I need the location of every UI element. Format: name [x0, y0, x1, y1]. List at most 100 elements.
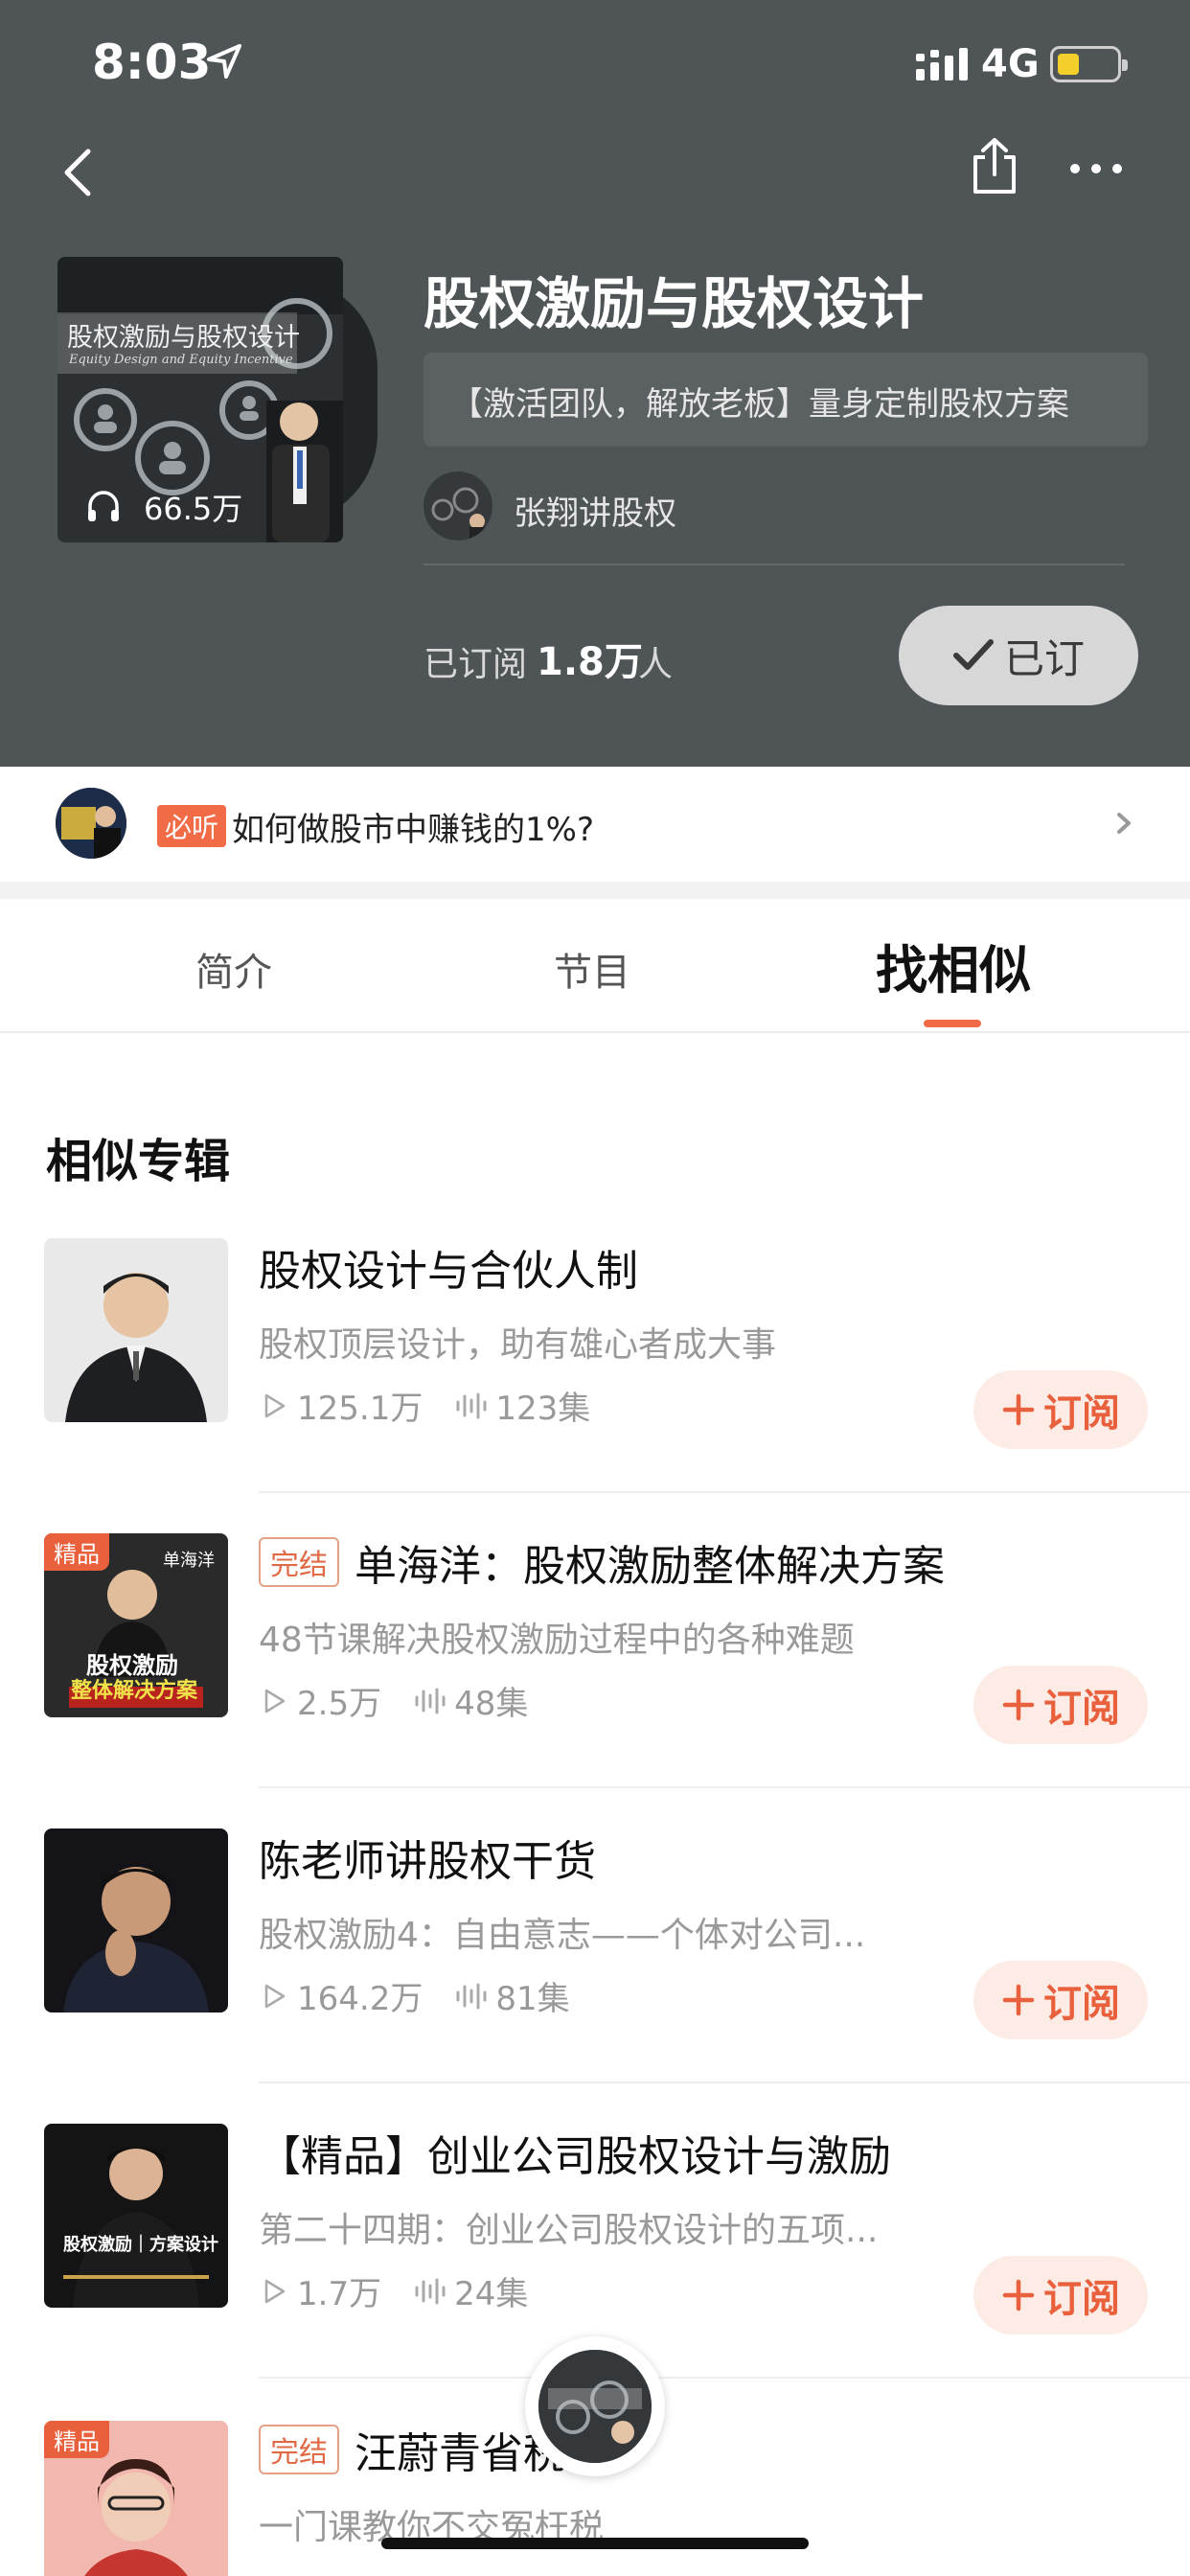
- play-icon: [264, 1689, 286, 1713]
- subscribe-button[interactable]: 订阅: [973, 1961, 1148, 2039]
- item-episodes: 81集: [495, 1980, 570, 2018]
- location-arrow-icon: [207, 44, 241, 79]
- album-title: 股权激励与股权设计: [423, 271, 925, 336]
- plus-icon: [1002, 1689, 1035, 1721]
- share-icon[interactable]: [968, 136, 1021, 196]
- album-header: 8:03 4G 股权激励与股权设计 Equity Design and Equi…: [0, 0, 1190, 767]
- tab-bar: 简介 节目 找相似: [0, 899, 1190, 1033]
- tab-episodes[interactable]: 节目: [554, 941, 630, 997]
- subscribed-button-label: 已订: [1003, 634, 1085, 682]
- more-icon[interactable]: [1067, 159, 1125, 178]
- item-plays: 164.2万: [297, 1980, 423, 2018]
- item-title-row: 【精品】创业公司股权设计与激励: [259, 2124, 891, 2181]
- item-divider: [259, 1786, 1190, 1788]
- network-type: 4G: [981, 42, 1040, 86]
- header-divider: [423, 564, 1125, 565]
- item-episodes: 123集: [495, 1390, 591, 1428]
- episodes-icon: [415, 2278, 446, 2304]
- play-icon: [264, 2279, 286, 2303]
- signal-icon: [916, 48, 968, 80]
- item-meta: 1.7万 24集: [259, 2267, 528, 2314]
- status-time: 8:03: [92, 34, 212, 90]
- subscribe-label: 订阅: [1043, 1982, 1120, 2026]
- album-thumbnail[interactable]: [44, 1828, 228, 2012]
- album-thumbnail[interactable]: [44, 1238, 228, 1422]
- thumb-name: 单海洋: [163, 1551, 215, 1571]
- play-count: 66.5万: [144, 491, 243, 527]
- author-name[interactable]: 张翔讲股权: [514, 487, 676, 534]
- battery-icon: [1050, 46, 1128, 82]
- mini-player[interactable]: [525, 2336, 665, 2476]
- plus-icon: [1002, 1984, 1035, 2016]
- item-desc: 股权激励4：自由意志——个体对公司...: [259, 1916, 866, 1955]
- tab-similar[interactable]: 找相似: [876, 928, 1031, 1003]
- thumb-line1: 股权激励｜方案设计: [63, 2235, 218, 2255]
- subscribe-button[interactable]: 订阅: [973, 1666, 1148, 1744]
- mini-player-cover: [538, 2350, 652, 2463]
- item-meta: 125.1万 123集: [259, 1382, 590, 1429]
- banner-text: 如何做股市中赚钱的1%?: [232, 811, 594, 849]
- banner-avatar: [56, 788, 126, 859]
- item-title: 【精品】创业公司股权设计与激励: [259, 2132, 891, 2181]
- premium-badge: 精品: [44, 2421, 109, 2458]
- plus-icon: [1002, 2279, 1035, 2312]
- back-icon[interactable]: [56, 144, 100, 201]
- recommend-banner[interactable]: 必听 如何做股市中赚钱的1%?: [0, 767, 1190, 882]
- play-icon: [264, 1393, 286, 1417]
- item-title: 股权设计与合伙人制: [259, 1247, 638, 1296]
- album-slogan: 【激活团队，解放老板】量身定制股权方案: [450, 385, 1069, 424]
- album-thumbnail[interactable]: 精品: [44, 2421, 228, 2576]
- slogan-box: 【激活团队，解放老板】量身定制股权方案: [423, 353, 1148, 447]
- item-title-row: 陈老师讲股权干货: [259, 1828, 596, 1886]
- item-plays: 2.5万: [297, 1685, 382, 1723]
- album-list-item[interactable]: 陈老师讲股权干货 股权激励4：自由意志——个体对公司... 164.2万 81集…: [0, 1828, 1190, 2124]
- item-desc: 股权顶层设计，助有雄心者成大事: [259, 1325, 777, 1365]
- item-desc: 第二十四期：创业公司股权设计的五项...: [259, 2211, 879, 2250]
- completed-tag: 完结: [259, 2425, 339, 2474]
- chevron-right-icon: [1117, 813, 1131, 834]
- subscribe-label: 订阅: [1043, 2277, 1120, 2321]
- must-listen-tag: 必听: [157, 805, 227, 847]
- thumb-line2: 整体解决方案: [71, 1679, 198, 1703]
- play-icon: [264, 1984, 286, 2008]
- subscribe-label: 订阅: [1043, 1392, 1120, 1436]
- section-gap: [0, 882, 1190, 899]
- item-meta: 164.2万 81集: [259, 1972, 570, 2019]
- cover-subtitle: Equity Design and Equity Incentive: [69, 353, 293, 367]
- tab-intro[interactable]: 简介: [195, 941, 272, 997]
- album-list-item[interactable]: 股权设计与合伙人制 股权顶层设计，助有雄心者成大事 125.1万 123集 订阅: [0, 1238, 1190, 1533]
- item-plays: 1.7万: [297, 2275, 382, 2313]
- item-title: 单海洋：股权激励整体解决方案: [355, 1542, 945, 1591]
- item-plays: 125.1万: [297, 1390, 423, 1428]
- item-divider: [259, 2377, 1190, 2379]
- item-meta: 2.5万 48集: [259, 1677, 528, 1724]
- completed-tag: 完结: [259, 1537, 339, 1587]
- item-divider: [259, 1491, 1190, 1493]
- subscribe-button[interactable]: 订阅: [973, 1370, 1148, 1449]
- plus-icon: [1002, 1393, 1035, 1426]
- album-thumbnail[interactable]: 股权激励｜方案设计: [44, 2124, 228, 2308]
- item-desc: 48节课解决股权激励过程中的各种难题: [259, 1621, 855, 1660]
- subscribed-unit: 人: [638, 645, 674, 684]
- item-title-row: 完结 单海洋：股权激励整体解决方案: [259, 1533, 945, 1591]
- home-indicator: [381, 2538, 809, 2549]
- author-avatar[interactable]: [423, 472, 492, 540]
- tab-indicator: [924, 1020, 981, 1027]
- subscribed-label: 已订阅: [423, 645, 528, 684]
- item-episodes: 24集: [454, 2275, 529, 2313]
- episodes-icon: [456, 1392, 487, 1418]
- album-cover[interactable]: 股权激励与股权设计 Equity Design and Equity Incen…: [57, 257, 343, 542]
- episodes-icon: [415, 1688, 446, 1714]
- album-thumbnail[interactable]: 精品 单海洋 股权激励 整体解决方案: [44, 1533, 228, 1717]
- item-title: 陈老师讲股权干货: [259, 1837, 596, 1886]
- section-title: 相似专辑: [46, 1135, 231, 1188]
- item-divider: [259, 2082, 1190, 2083]
- subscribe-button[interactable]: 订阅: [973, 2256, 1148, 2334]
- item-title-row: 股权设计与合伙人制: [259, 1238, 638, 1296]
- episodes-icon: [456, 1983, 487, 2009]
- album-list-item[interactable]: 精品 单海洋 股权激励 整体解决方案 完结 单海洋：股权激励整体解决方案 48节…: [0, 1533, 1190, 1828]
- cover-title: 股权激励与股权设计: [67, 323, 300, 353]
- headphones-icon: [88, 491, 119, 521]
- subscribed-button[interactable]: 已订: [899, 606, 1138, 705]
- checkmark-icon: [952, 639, 994, 670]
